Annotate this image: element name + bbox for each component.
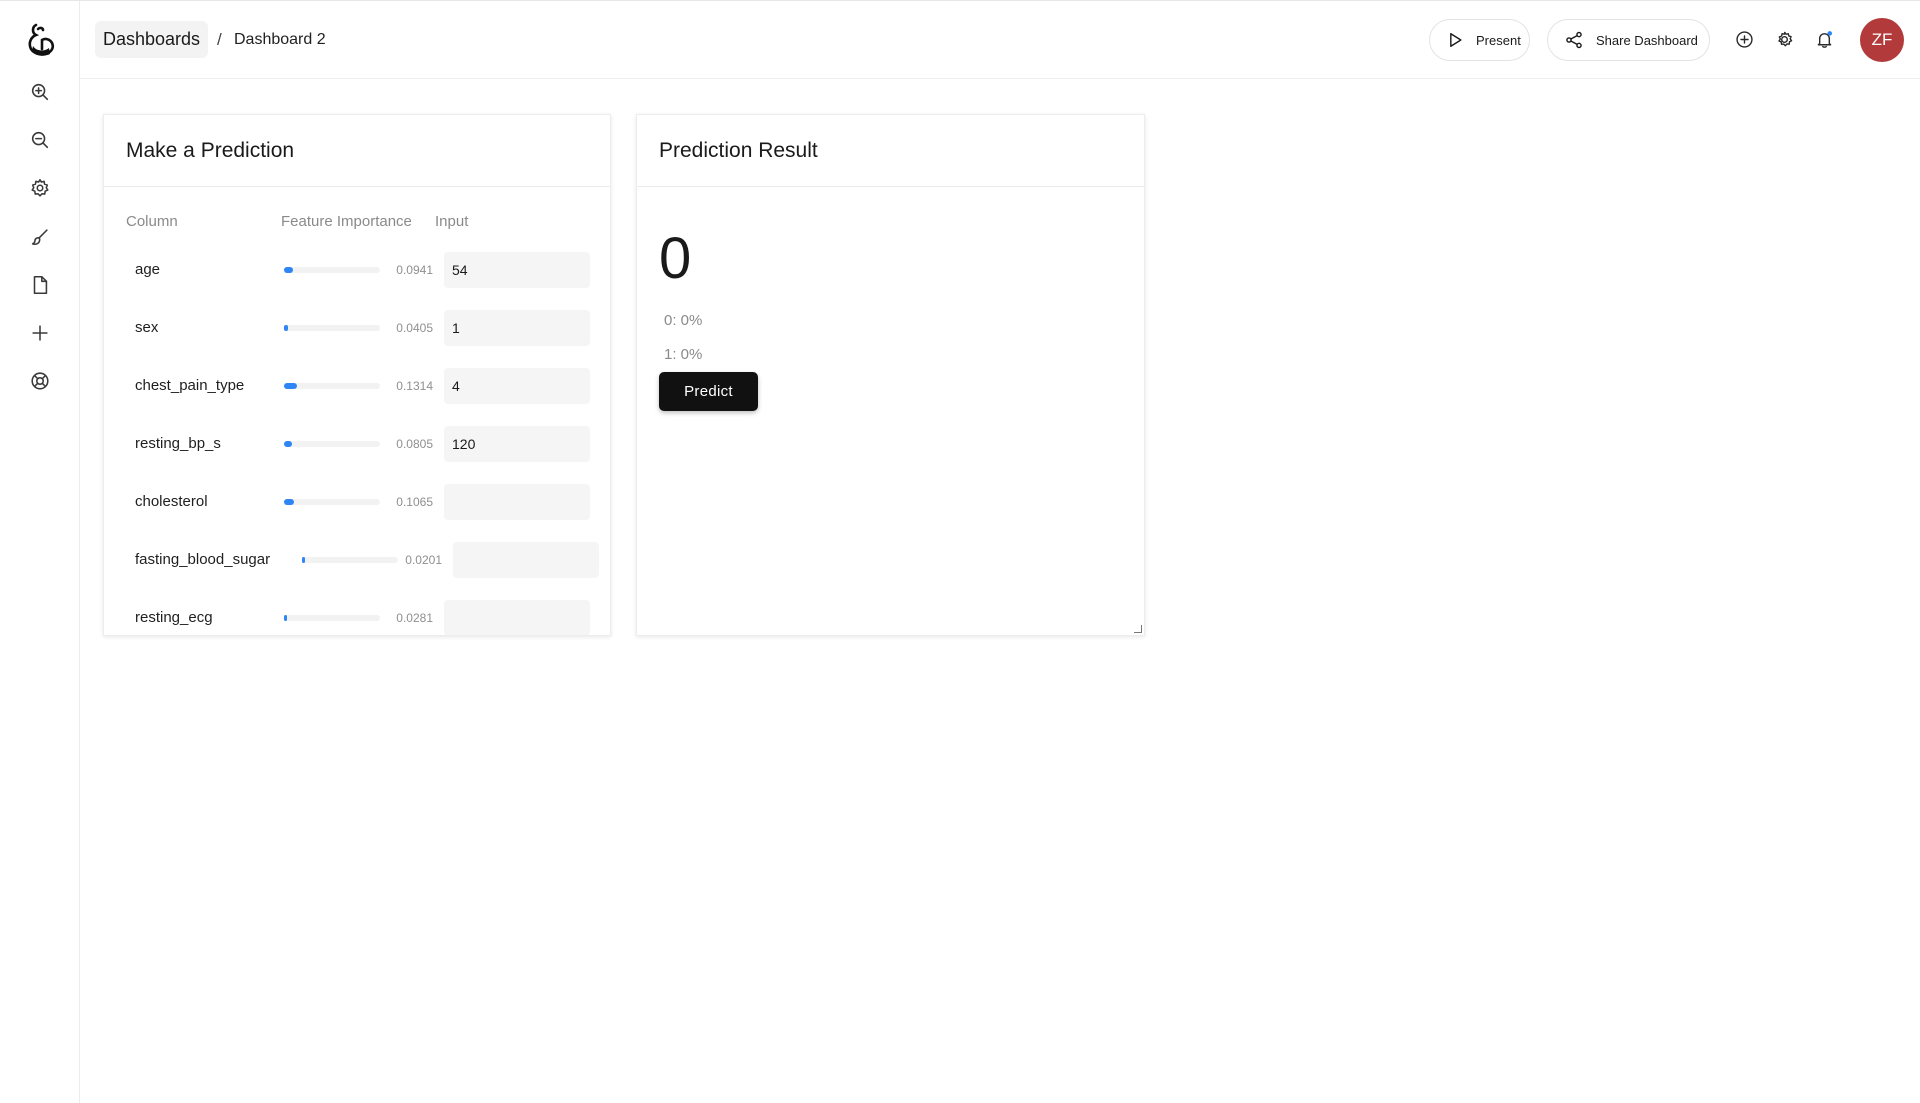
probability-class-0: 0: 0% [664, 312, 703, 329]
importance-bar [284, 615, 380, 621]
feature-name: sex [135, 319, 159, 336]
feature-row: sex 0.0405 [104, 310, 610, 346]
present-button[interactable]: Present [1429, 19, 1530, 61]
importance-bar-fill [284, 441, 292, 447]
sidebar [0, 1, 80, 1103]
importance-value: 0.0281 [396, 611, 433, 625]
present-label: Present [1476, 32, 1521, 48]
importance-value: 0.0805 [396, 437, 433, 451]
app-window: Dashboards / Dashboard 2 Present Share D… [0, 0, 1920, 1103]
importance-bar-fill [284, 499, 294, 505]
user-avatar[interactable]: ZF [1860, 18, 1904, 62]
breadcrumb-current: Dashboard 2 [234, 31, 326, 48]
add-circle-icon[interactable] [1732, 27, 1756, 51]
feature-row: resting_ecg 0.0281 [104, 600, 610, 635]
notification-bell-icon[interactable] [1812, 27, 1836, 51]
importance-bar-fill [284, 267, 293, 273]
importance-bar-fill [284, 615, 287, 621]
importance-bar-fill [284, 383, 297, 389]
importance-bar-fill [302, 557, 305, 563]
importance-value: 0.1314 [396, 379, 433, 393]
plus-icon[interactable] [26, 319, 54, 347]
column-header-importance: Feature Importance [281, 213, 412, 230]
theme-settings-icon[interactable] [1772, 27, 1796, 51]
play-icon [1450, 33, 1462, 47]
resize-handle[interactable] [1134, 625, 1142, 633]
help-lifebuoy-icon[interactable] [26, 367, 54, 395]
share-dashboard-button[interactable]: Share Dashboard [1547, 19, 1710, 61]
document-icon[interactable] [26, 271, 54, 299]
feature-name: fasting_blood_sugar [135, 551, 271, 568]
column-header-column: Column [126, 213, 178, 230]
probability-class-1: 1: 0% [664, 346, 703, 363]
feature-name: resting_bp_s [135, 435, 221, 452]
importance-value: 0.0941 [396, 263, 433, 277]
feature-input[interactable] [444, 484, 590, 520]
feature-input[interactable] [444, 600, 590, 635]
importance-bar [284, 383, 380, 389]
feature-input[interactable] [444, 368, 590, 404]
zoom-in-icon[interactable] [26, 78, 54, 106]
importance-bar-fill [284, 325, 288, 331]
predict-button[interactable]: Predict [659, 372, 758, 411]
prediction-result-title: Prediction Result [637, 115, 1144, 187]
prediction-result-card: Prediction Result 0 0: 0% 1: 0% Predict [636, 114, 1145, 636]
importance-value: 0.0405 [396, 321, 433, 335]
prediction-form-title: Make a Prediction [104, 115, 610, 187]
brush-icon[interactable] [26, 223, 54, 251]
feature-name: chest_pain_type [135, 377, 245, 394]
feature-row: age 0.0941 [104, 252, 610, 288]
breadcrumb-separator: / [217, 30, 222, 49]
feature-name: age [135, 261, 161, 278]
importance-bar [284, 325, 380, 331]
feature-input[interactable] [444, 252, 590, 288]
feature-input[interactable] [444, 310, 590, 346]
breadcrumb-dashboards[interactable]: Dashboards [95, 21, 209, 58]
importance-bar [302, 557, 398, 563]
importance-bar [284, 499, 380, 505]
feature-row: resting_bp_s 0.0805 [104, 426, 610, 462]
prediction-value: 0 [659, 226, 692, 291]
importance-value: 0.0201 [405, 553, 442, 567]
header: Dashboards / Dashboard 2 Present Share D… [80, 1, 1920, 79]
app-logo[interactable] [22, 21, 58, 59]
zoom-out-icon[interactable] [26, 126, 54, 154]
feature-row: fasting_blood_sugar 0.0201 [104, 542, 610, 578]
importance-bar [284, 267, 380, 273]
feature-input[interactable] [453, 542, 599, 578]
feature-row: cholesterol 0.1065 [104, 484, 610, 520]
column-header-input: Input [435, 213, 469, 230]
importance-value: 0.1065 [396, 495, 433, 509]
feature-name: cholesterol [135, 493, 208, 510]
share-icon [1566, 31, 1582, 49]
feature-input[interactable] [444, 426, 590, 462]
share-label: Share Dashboard [1596, 32, 1698, 48]
importance-bar [284, 441, 380, 447]
prediction-form-card: Make a Prediction Column Feature Importa… [103, 114, 611, 636]
feature-name: resting_ecg [135, 609, 213, 626]
settings-icon[interactable] [26, 174, 54, 202]
feature-row: chest_pain_type 0.1314 [104, 368, 610, 404]
